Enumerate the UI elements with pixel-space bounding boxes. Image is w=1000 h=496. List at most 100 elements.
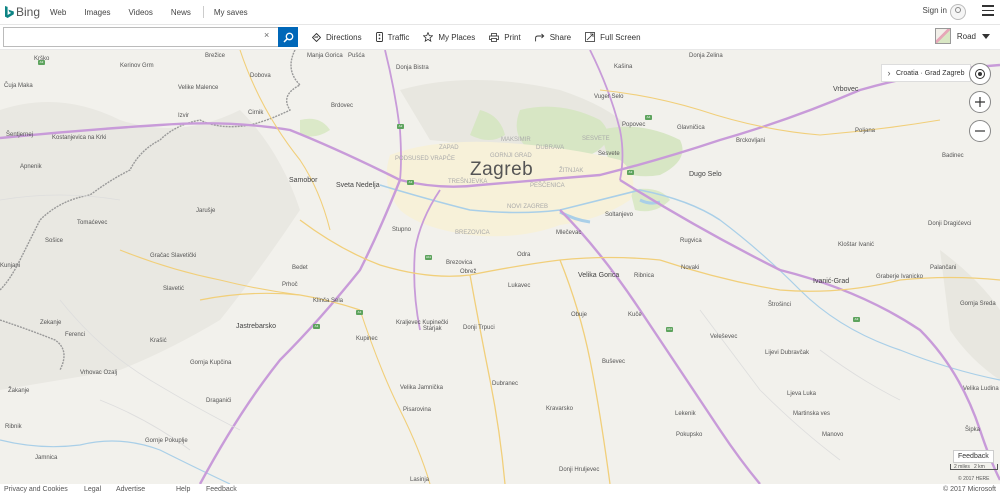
place-label: Štrošinci xyxy=(768,302,792,308)
place-label: Izvir xyxy=(178,113,189,119)
search-input[interactable] xyxy=(3,27,279,47)
district-label: PODSUSED VRAPČE xyxy=(395,156,456,162)
place-label: Popovec xyxy=(622,122,646,128)
place-label: Kupinec xyxy=(356,336,378,342)
traffic-button[interactable]: Traffic xyxy=(375,32,409,42)
bing-logo-icon xyxy=(5,6,14,18)
road-badge: A11 xyxy=(425,255,432,260)
footer-link-privacy[interactable]: Privacy and Cookies xyxy=(4,486,68,493)
nav-links: Web Images Videos News My saves xyxy=(50,0,266,24)
full-screen-label: Full Screen xyxy=(600,32,641,42)
district-label: TREŠNJEVKA xyxy=(448,179,488,185)
place-label: Cirnik xyxy=(248,110,264,116)
place-label: Starjak xyxy=(423,326,442,332)
place-label: Pokupsko xyxy=(676,432,703,438)
district-label: PEŠČENICA xyxy=(530,183,565,189)
sign-in-link[interactable]: Sign in xyxy=(923,6,947,15)
clear-search-icon[interactable]: × xyxy=(264,31,269,40)
place-label: Palančani xyxy=(930,265,957,271)
district-label: BREZOVICA xyxy=(455,230,490,236)
directions-button[interactable]: Directions xyxy=(312,32,362,42)
place-label: Buševec xyxy=(602,359,626,365)
zoom-in-button[interactable] xyxy=(969,91,991,113)
breadcrumb-text: Croatia · Grad Zagreb xyxy=(896,69,965,77)
map-tools: Directions Traffic My Places Print Share… xyxy=(312,25,655,49)
place-label: Velika Ludina xyxy=(963,386,999,392)
page-footer: Privacy and Cookies Legal Advertise Help… xyxy=(0,485,1000,496)
road-badge: A3 xyxy=(407,180,414,185)
nav-link-my-saves[interactable]: My saves xyxy=(214,8,248,17)
road-style-thumbnail xyxy=(934,28,951,44)
place-label: Odra xyxy=(517,252,531,258)
place-label: Lijevi Dubravčak xyxy=(765,350,810,356)
footer-link-legal[interactable]: Legal xyxy=(84,486,101,493)
footer-link-help[interactable]: Help xyxy=(176,486,190,493)
place-label: Ferenci xyxy=(65,332,86,338)
place-label: Slavetić xyxy=(163,286,185,292)
city-label-zagreb[interactable]: Zagreb xyxy=(470,160,533,180)
place-label: Ribnica xyxy=(634,273,655,279)
place-label: Gornja Kupčina xyxy=(190,360,232,366)
place-label: Soltanjevo xyxy=(605,212,634,218)
place-label: Stupno xyxy=(392,227,412,233)
footer-link-advertise[interactable]: Advertise xyxy=(116,486,145,493)
place-label: Čuja Maka xyxy=(4,83,33,89)
map-graphics xyxy=(0,50,1000,484)
place-label: Rugvica xyxy=(680,238,702,244)
place-label: Kuče xyxy=(628,312,642,318)
share-label: Share xyxy=(549,32,572,42)
road-badge: A1 xyxy=(313,324,320,329)
nav-link-news[interactable]: News xyxy=(171,8,191,17)
place-label: Bedet xyxy=(292,265,308,271)
plus-icon xyxy=(975,97,985,107)
locate-icon xyxy=(975,69,985,79)
place-label: Krašić xyxy=(150,338,167,344)
search-button[interactable] xyxy=(278,27,298,47)
locate-me-button[interactable] xyxy=(969,63,991,85)
nav-link-videos[interactable]: Videos xyxy=(129,8,153,17)
place-label: Vuger Selo xyxy=(594,94,624,100)
nav-link-images[interactable]: Images xyxy=(84,8,110,17)
scale-label-miles: 2 miles xyxy=(954,464,970,470)
place-label: Ivanić-Grad xyxy=(813,278,850,285)
my-places-button[interactable]: My Places xyxy=(423,32,475,42)
place-label: Jamnica xyxy=(35,455,58,461)
hamburger-menu-icon[interactable] xyxy=(982,5,994,16)
nav-link-web[interactable]: Web xyxy=(50,8,66,17)
bing-logo[interactable]: Bing xyxy=(5,4,40,20)
place-label: Manovo xyxy=(822,432,844,438)
place-label: Donji Dragićevci xyxy=(928,221,972,227)
map-style-selector[interactable]: Road xyxy=(934,28,990,44)
place-label: Lasinja xyxy=(410,477,430,483)
place-label: Obuje xyxy=(571,312,588,318)
map-canvas[interactable]: Brežice Dobova Krško Kerinov Grm Čuja Ma… xyxy=(0,50,1000,484)
place-label: Donji Hruljevec xyxy=(559,467,600,473)
top-nav-bar: Bing Web Images Videos News My saves Sig… xyxy=(0,0,1000,25)
place-label: Draganići xyxy=(206,398,232,404)
place-label: Manja Gorica xyxy=(307,53,343,59)
my-places-label: My Places xyxy=(438,32,476,42)
place-label: Brdovec xyxy=(331,103,354,109)
directions-label: Directions xyxy=(326,32,362,42)
location-breadcrumb[interactable]: › Croatia · Grad Zagreb xyxy=(881,64,972,82)
full-screen-button[interactable]: Full Screen xyxy=(585,32,641,42)
place-label: Vrhovac Ozalj xyxy=(80,370,118,376)
place-label: Lukavec xyxy=(508,283,531,289)
share-button[interactable]: Share xyxy=(534,32,572,42)
brand-name: Bing xyxy=(16,5,41,19)
place-label: Prhoč xyxy=(282,282,298,288)
map-feedback-button[interactable]: Feedback xyxy=(953,450,994,463)
zoom-out-button[interactable] xyxy=(969,120,991,142)
footer-link-feedback[interactable]: Feedback xyxy=(206,486,237,493)
place-label: Sveta Nedelja xyxy=(336,182,380,189)
road-badge: A3 xyxy=(853,317,860,322)
chevron-right-icon[interactable]: › xyxy=(882,68,896,78)
nav-divider xyxy=(202,6,204,18)
place-label: Šentjernej xyxy=(6,132,34,138)
traffic-light-icon xyxy=(375,32,383,42)
avatar-icon[interactable] xyxy=(950,4,966,20)
print-button[interactable]: Print xyxy=(489,33,521,42)
road-badge: A4 xyxy=(645,115,652,120)
district-label: ZAPAD xyxy=(439,145,459,151)
place-label: Kerinov Grm xyxy=(120,63,154,69)
